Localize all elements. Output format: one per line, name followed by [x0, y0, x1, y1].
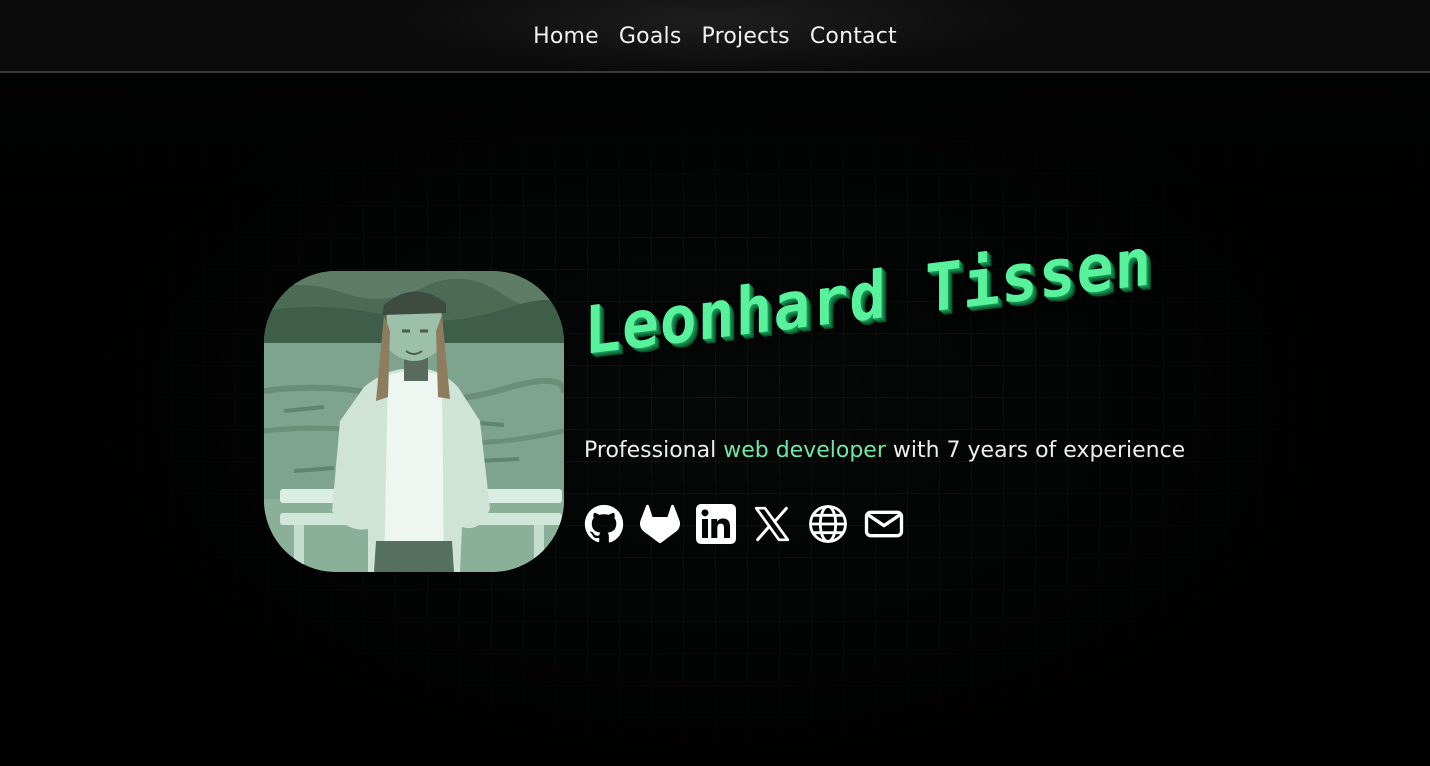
- github-icon: [584, 504, 624, 543]
- nav-home-link[interactable]: Home: [533, 24, 599, 49]
- nav-projects-link[interactable]: Projects: [702, 24, 790, 49]
- linkedin-icon: [696, 504, 736, 544]
- mail-icon: [864, 510, 904, 538]
- nav-contact-link[interactable]: Contact: [810, 24, 897, 49]
- profile-photo-illustration: [264, 271, 564, 572]
- x-link[interactable]: [752, 504, 792, 544]
- nav-goals-link[interactable]: Goals: [619, 24, 682, 49]
- profile-photo: [264, 271, 564, 572]
- tagline-suffix: with 7 years of experience: [885, 438, 1186, 463]
- tagline: Professional web developer with 7 years …: [584, 438, 1185, 463]
- hero-section: Leonhard Tissen Professional web develop…: [264, 223, 1224, 573]
- top-nav: Home Goals Projects Contact: [0, 0, 1430, 73]
- x-icon: [754, 506, 790, 542]
- top-fade: [0, 72, 1430, 212]
- linkedin-link[interactable]: [696, 504, 736, 544]
- gitlab-link[interactable]: [640, 504, 680, 544]
- email-link[interactable]: [864, 504, 904, 544]
- github-link[interactable]: [584, 504, 624, 544]
- page: Home Goals Projects Contact Leonhard Tis…: [0, 0, 1430, 766]
- gitlab-icon: [640, 504, 680, 544]
- tagline-highlight: web developer: [723, 438, 886, 463]
- globe-icon: [809, 505, 847, 543]
- website-link[interactable]: [808, 504, 848, 544]
- hero-content: Leonhard Tissen Professional web develop…: [584, 223, 1224, 573]
- social-links: [584, 504, 904, 544]
- tagline-prefix: Professional: [584, 438, 724, 463]
- page-title: Leonhard Tissen: [584, 223, 1153, 370]
